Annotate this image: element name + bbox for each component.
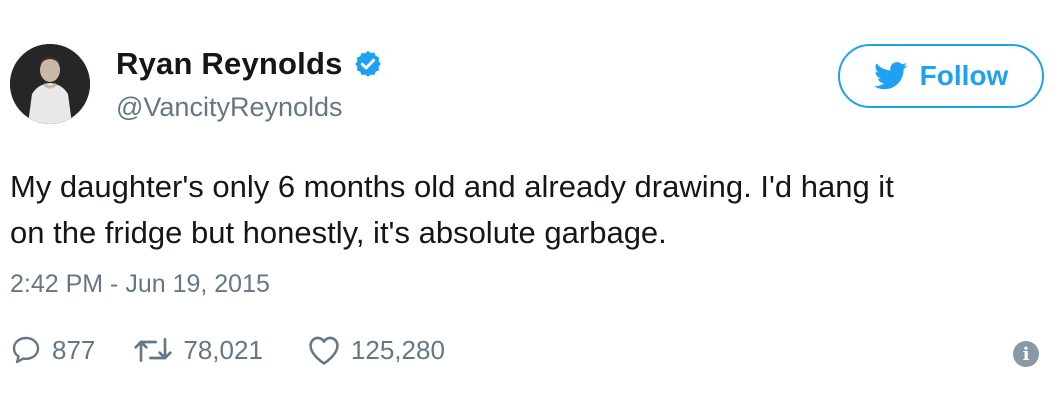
follow-button[interactable]: Follow	[838, 44, 1044, 108]
avatar-image	[10, 44, 90, 124]
reply-button[interactable]: 877	[10, 334, 95, 366]
reply-count: 877	[52, 334, 96, 365]
retweet-count: 78,021	[183, 334, 263, 365]
twitter-bird-icon	[873, 62, 908, 90]
author-name[interactable]: Ryan Reynolds	[116, 46, 343, 82]
tweet-actions: 877 78,021 125,280	[10, 334, 445, 366]
like-count: 125,280	[350, 334, 445, 365]
verified-badge-icon	[353, 49, 383, 79]
tweet-timestamp[interactable]: 2:42 PM - Jun 19, 2015	[10, 270, 270, 299]
info-icon[interactable]: i	[1013, 341, 1039, 367]
tweet-text: My daughter's only 6 months old and alre…	[10, 164, 1050, 256]
author-handle[interactable]: @VancityReynolds	[116, 92, 343, 123]
retweet-button[interactable]: 78,021	[133, 335, 263, 366]
tweet-text-line-2: on the fridge but honestly, it's absolut…	[10, 215, 667, 250]
tweet-text-line-1: My daughter's only 6 months old and alre…	[10, 169, 894, 204]
avatar[interactable]	[10, 44, 90, 124]
like-button[interactable]: 125,280	[307, 334, 445, 366]
retweet-icon	[133, 335, 173, 365]
author-name-row: Ryan Reynolds	[116, 46, 383, 82]
follow-button-label: Follow	[919, 60, 1009, 91]
tweet-card: Ryan Reynolds @VancityReynolds Follow My…	[0, 0, 1058, 401]
heart-icon	[307, 334, 341, 366]
reply-icon	[10, 334, 42, 366]
